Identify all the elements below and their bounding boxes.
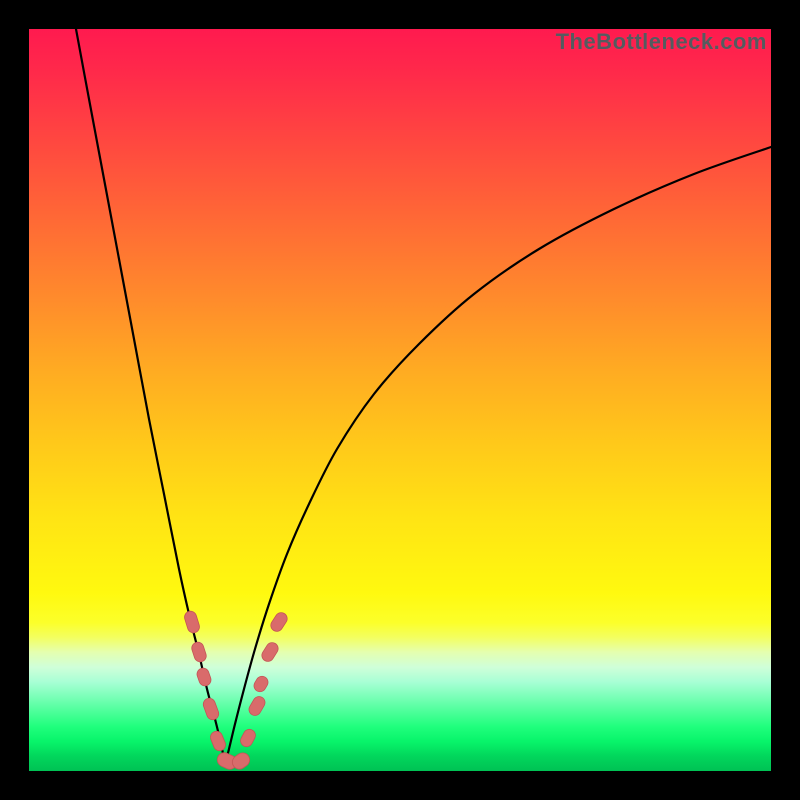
bead-marker bbox=[190, 641, 208, 664]
bead-markers bbox=[183, 610, 289, 771]
bead-marker bbox=[269, 610, 290, 633]
attribution-text: TheBottleneck.com bbox=[556, 29, 767, 55]
plot-area: TheBottleneck.com bbox=[29, 29, 771, 771]
bead-marker bbox=[195, 667, 212, 688]
bead-marker bbox=[183, 610, 201, 635]
chart-frame: TheBottleneck.com bbox=[0, 0, 800, 800]
curves-layer bbox=[29, 29, 771, 771]
bead-marker bbox=[238, 727, 257, 749]
bead-marker bbox=[202, 697, 221, 722]
bead-marker bbox=[260, 640, 281, 663]
bead-marker bbox=[209, 729, 228, 752]
bead-marker bbox=[252, 674, 270, 694]
curve-right-branch bbox=[225, 147, 771, 764]
bead-marker bbox=[247, 694, 267, 717]
